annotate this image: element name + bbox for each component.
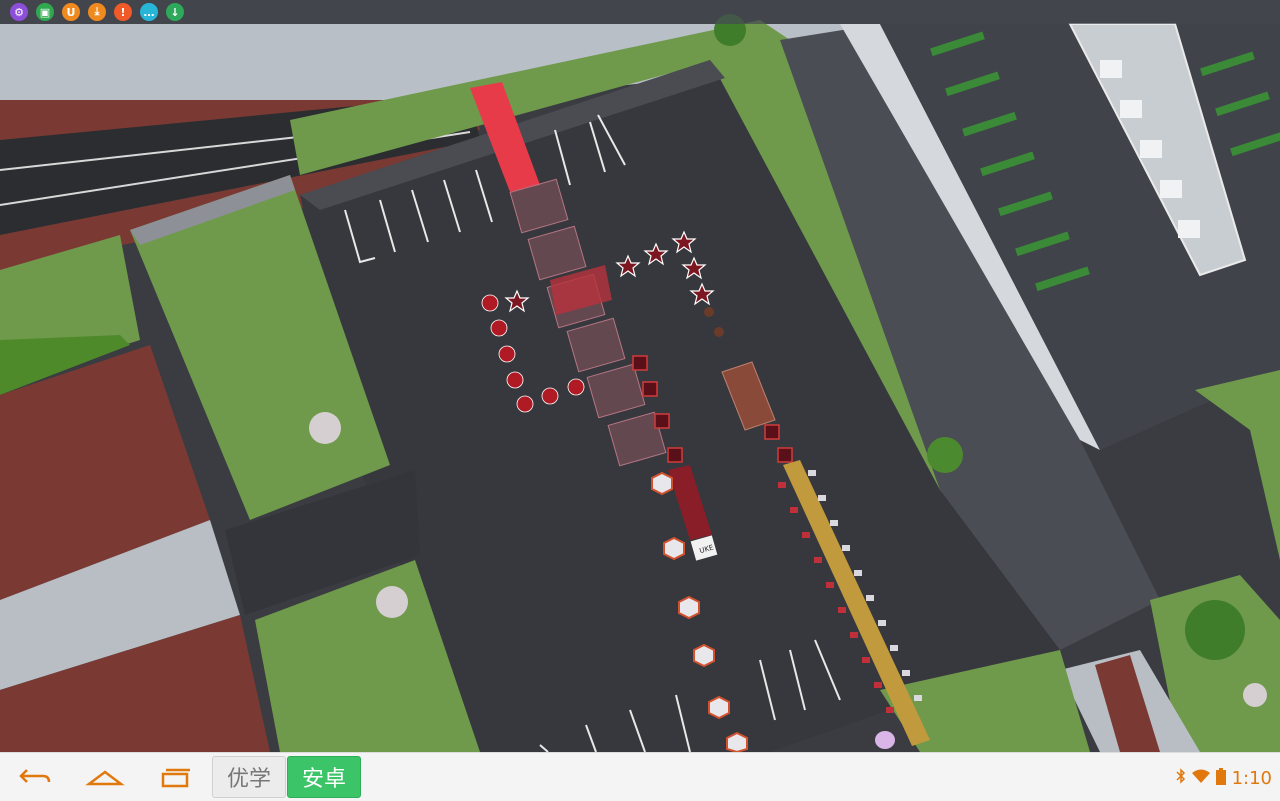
system-tray: 1:10 [1176,767,1272,789]
battery-icon [1215,767,1226,789]
bluetooth-icon [1176,768,1186,788]
download-arrow-icon[interactable]: ⤓ [88,3,106,21]
photo-app-icon[interactable]: ▣ [36,3,54,21]
download-circle-icon[interactable]: ↓ [166,3,184,21]
back-arrow-icon[interactable] [12,761,58,793]
alert-icon[interactable]: ! [114,3,132,21]
purple-orb[interactable] [875,731,895,749]
settings-gear-icon[interactable]: ⚙ [10,3,28,21]
status-bar: ⚙ ▣ U ⤓! … ↓ [0,0,1280,24]
chat-bubble-icon[interactable]: … [140,3,158,21]
u-app-icon[interactable]: U [62,3,80,21]
wifi-icon [1191,768,1210,788]
clock: 1:10 [1231,767,1272,789]
home-icon[interactable] [82,761,128,793]
navigation-bar: 优学 安卓 1:10 [0,752,1280,801]
recent-apps-icon[interactable] [152,761,198,793]
tab-youxue[interactable]: 优学 [212,756,286,798]
tab-anzhuo[interactable]: 安卓 [287,756,361,798]
game-viewport[interactable]: UKE [0,0,1280,752]
